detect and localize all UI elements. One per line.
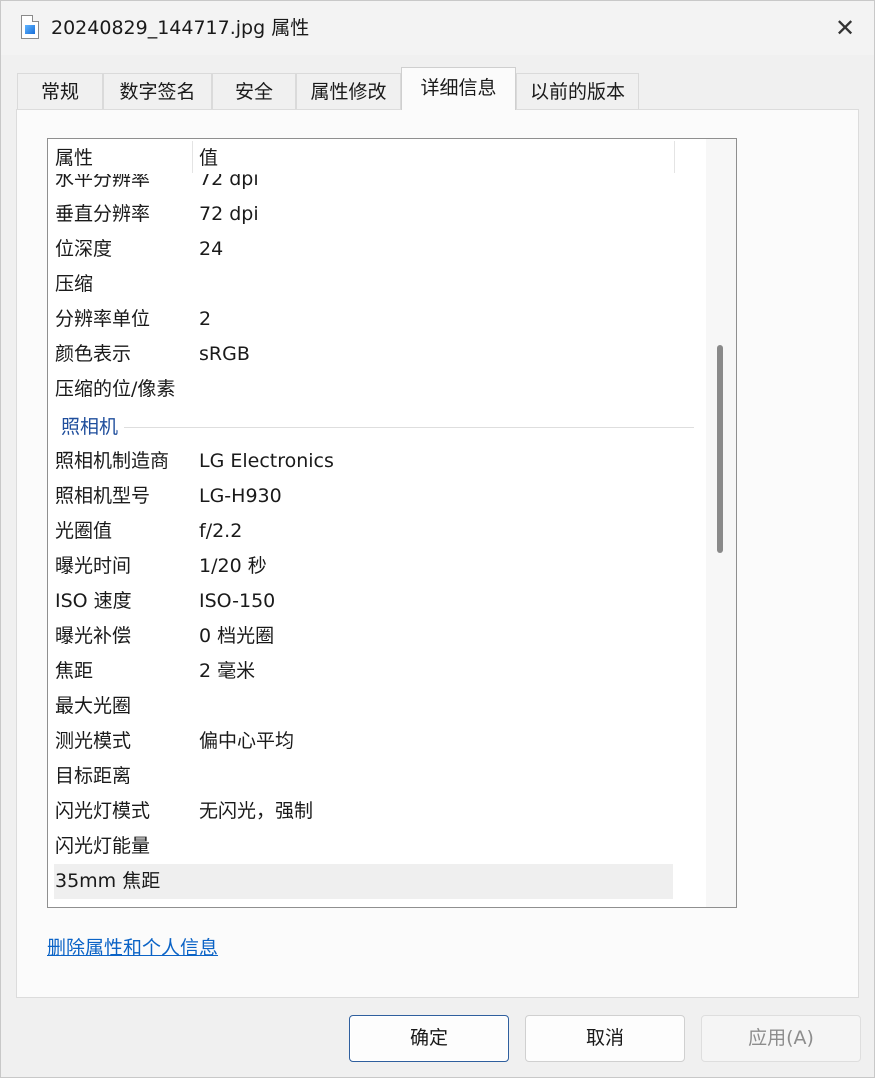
list-item[interactable]: 闪光灯模式 无闪光，强制	[48, 794, 706, 829]
group-header-camera: 照相机	[48, 409, 706, 445]
property-name: 焦距	[55, 660, 94, 682]
list-rows: 水平分辨率 72 dpi 垂直分辨率 72 dpi 位深度 24 压缩 分辨率单…	[48, 139, 706, 907]
list-item[interactable]: 压缩的位/像素	[48, 372, 706, 407]
property-name: ISO 速度	[55, 590, 132, 612]
property-name: 曝光时间	[55, 555, 132, 577]
list-item[interactable]: 闪光灯能量	[48, 829, 706, 864]
property-name: 压缩的位/像素	[55, 378, 176, 400]
tab-bar: 常规 数字签名 安全 属性修改 详细信息 以前的版本	[17, 67, 859, 110]
list-item[interactable]: 光圈值 f/2.2	[48, 514, 706, 549]
tab-property-edit[interactable]: 属性修改	[296, 73, 401, 109]
list-item[interactable]: 最大光圈	[48, 689, 706, 724]
scrollbar-thumb[interactable]	[717, 345, 723, 553]
property-value: 无闪光，强制	[199, 800, 314, 822]
list-item[interactable]: 曝光补偿 0 档光圈	[48, 619, 706, 654]
property-name: 照相机型号	[55, 485, 151, 507]
list-item[interactable]: 测光模式 偏中心平均	[48, 724, 706, 759]
property-name: 位深度	[55, 238, 113, 260]
list-item[interactable]: ISO 速度 ISO-150	[48, 584, 706, 619]
details-panel: 属性 值 水平分辨率 72 dpi 垂直分辨率 72 dpi 位深度 24 压缩…	[16, 109, 859, 998]
list-item[interactable]: 位深度 24	[48, 232, 706, 267]
column-header-value[interactable]: 值	[192, 139, 674, 174]
property-value: LG Electronics	[199, 450, 334, 472]
property-value: 2 毫米	[199, 660, 256, 682]
property-value: 偏中心平均	[199, 730, 295, 752]
column-divider[interactable]	[674, 141, 675, 173]
window-title: 20240829_144717.jpg 属性	[51, 17, 310, 39]
close-button[interactable]: ✕	[821, 9, 869, 47]
property-name: 测光模式	[55, 730, 132, 752]
list-item[interactable]: 目标距离	[48, 759, 706, 794]
cancel-button[interactable]: 取消	[525, 1015, 685, 1062]
list-item-hovered[interactable]: 35mm 焦距	[54, 864, 673, 899]
property-name: 闪光灯模式	[55, 800, 151, 822]
property-name: 35mm 焦距	[55, 870, 161, 892]
properties-dialog: 20240829_144717.jpg 属性 ✕ 常规 数字签名 安全 属性修改…	[0, 0, 875, 1078]
column-header-property[interactable]: 属性	[48, 139, 192, 174]
list-item[interactable]: 曝光时间 1/20 秒	[48, 549, 706, 584]
property-value: 72 dpi	[199, 203, 259, 225]
list-item[interactable]: 压缩	[48, 267, 706, 302]
tab-digital-signatures[interactable]: 数字签名	[103, 73, 212, 109]
group-divider	[61, 427, 694, 428]
vertical-scrollbar[interactable]	[706, 139, 736, 907]
property-value: ISO-150	[199, 590, 276, 612]
list-item[interactable]: 焦距 2 毫米	[48, 654, 706, 689]
property-name: 压缩	[55, 273, 94, 295]
property-value: 2	[199, 308, 212, 330]
property-value: 1/20 秒	[199, 555, 267, 577]
title-bar: 20240829_144717.jpg 属性 ✕	[1, 1, 874, 55]
property-name: 曝光补偿	[55, 625, 132, 647]
list-item[interactable]: 垂直分辨率 72 dpi	[48, 197, 706, 232]
property-name: 垂直分辨率	[55, 203, 151, 225]
property-value: f/2.2	[199, 520, 243, 542]
tab-previous-versions[interactable]: 以前的版本	[516, 73, 639, 109]
property-name: 分辨率单位	[55, 308, 151, 330]
remove-properties-link[interactable]: 删除属性和个人信息	[47, 935, 218, 961]
list-item[interactable]: 分辨率单位 2	[48, 302, 706, 337]
close-icon: ✕	[834, 14, 856, 42]
list-item[interactable]: 照相机制造商 LG Electronics	[48, 444, 706, 479]
property-name: 光圈值	[55, 520, 113, 542]
list-item[interactable]: 照相机型号 LG-H930	[48, 479, 706, 514]
list-item[interactable]: 颜色表示 sRGB	[48, 337, 706, 372]
group-label: 照相机	[61, 409, 125, 445]
property-name: 照相机制造商	[55, 450, 170, 472]
tab-details[interactable]: 详细信息	[401, 67, 516, 110]
tab-general[interactable]: 常规	[17, 73, 103, 109]
property-value: LG-H930	[199, 485, 282, 507]
property-name: 目标距离	[55, 765, 132, 787]
image-file-icon	[21, 15, 39, 39]
property-value: sRGB	[199, 343, 250, 365]
ok-button[interactable]: 确定	[349, 1015, 509, 1062]
apply-button[interactable]: 应用(A)	[701, 1015, 861, 1062]
properties-list[interactable]: 属性 值 水平分辨率 72 dpi 垂直分辨率 72 dpi 位深度 24 压缩…	[47, 138, 737, 908]
tab-security[interactable]: 安全	[212, 73, 296, 109]
property-value: 0 档光圈	[199, 625, 275, 647]
list-header: 属性 值	[48, 139, 706, 174]
property-name: 颜色表示	[55, 343, 132, 365]
property-name: 闪光灯能量	[55, 835, 151, 857]
property-value: 24	[199, 238, 224, 260]
property-name: 最大光圈	[55, 695, 132, 717]
